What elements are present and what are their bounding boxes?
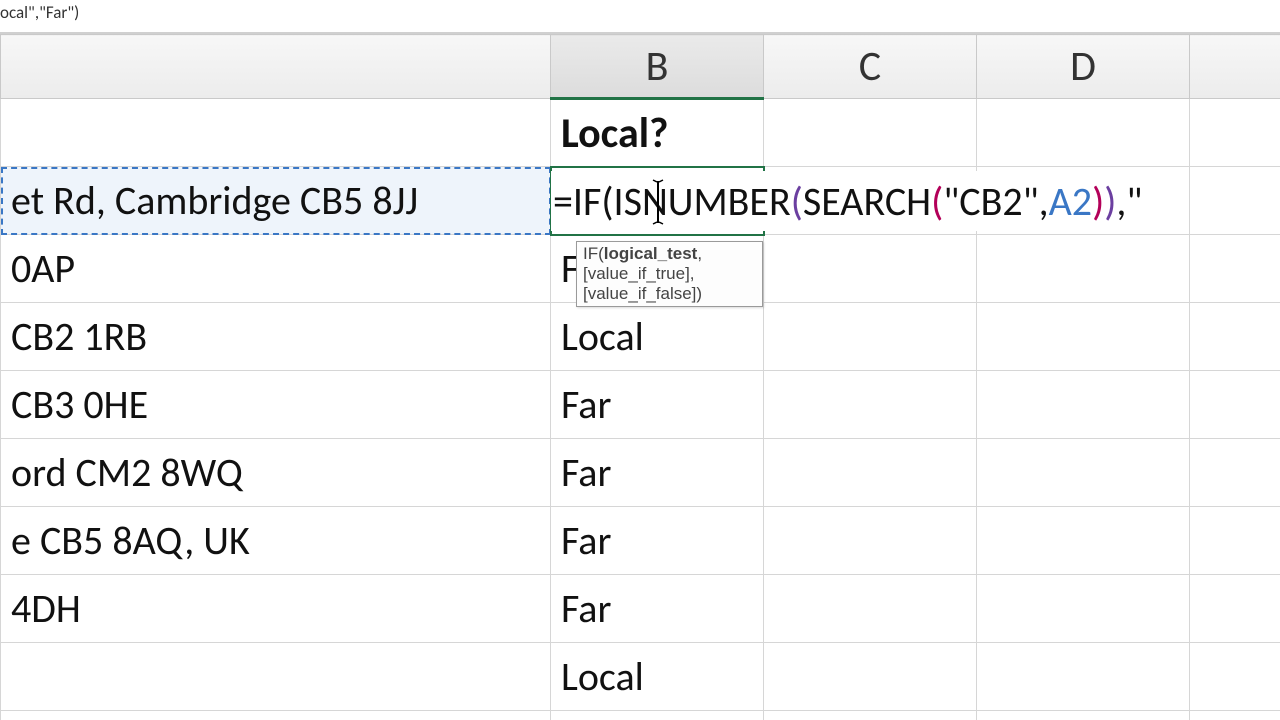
cell-E6[interactable] xyxy=(1190,439,1280,507)
cell-B1[interactable]: Local? xyxy=(551,99,764,167)
cell-E9[interactable] xyxy=(1190,643,1280,711)
formula-bar-fragment[interactable]: ocal","Far") xyxy=(0,0,1280,34)
cell-C4[interactable] xyxy=(764,303,977,371)
cell-B2[interactable]: =IF(ISNUMBER(SEARCH("CB2",A2))," IF(logi… xyxy=(551,167,764,235)
cell-A4[interactable]: CB2 1RB xyxy=(1,303,551,371)
cell-E1[interactable] xyxy=(1190,99,1280,167)
cell-D5[interactable] xyxy=(977,371,1190,439)
cell-D8[interactable] xyxy=(977,575,1190,643)
cell-D9[interactable] xyxy=(977,643,1190,711)
cell-C10[interactable] xyxy=(764,711,977,720)
row-10 xyxy=(1,711,1280,720)
col-header-B[interactable]: B xyxy=(551,35,764,99)
cell-B6[interactable]: Far xyxy=(551,439,764,507)
col-header-A[interactable] xyxy=(1,35,551,99)
row-8: 4DH Far xyxy=(1,575,1280,643)
cell-E3[interactable] xyxy=(1190,235,1280,303)
cell-D6[interactable] xyxy=(977,439,1190,507)
row-6: ord CM2 8WQ Far xyxy=(1,439,1280,507)
row-9: Local xyxy=(1,643,1280,711)
cell-C1[interactable] xyxy=(764,99,977,167)
cell-E7[interactable] xyxy=(1190,507,1280,575)
cell-A5[interactable]: CB3 0HE xyxy=(1,371,551,439)
cell-E4[interactable] xyxy=(1190,303,1280,371)
cell-D10[interactable] xyxy=(977,711,1190,720)
column-header-row: B C D xyxy=(1,35,1280,99)
cell-C9[interactable] xyxy=(764,643,977,711)
cell-E8[interactable] xyxy=(1190,575,1280,643)
cell-B9[interactable]: Local xyxy=(551,643,764,711)
cell-A7[interactable]: e CB5 8AQ, UK xyxy=(1,507,551,575)
cell-B4[interactable]: Local xyxy=(551,303,764,371)
cell-B10[interactable] xyxy=(551,711,764,720)
cell-D3[interactable] xyxy=(977,235,1190,303)
function-hint-tooltip[interactable]: IF(logical_test, [value_if_true], [value… xyxy=(576,241,763,307)
cell-A8[interactable]: 4DH xyxy=(1,575,551,643)
col-header-C[interactable]: C xyxy=(764,35,977,99)
formula-inline-edit[interactable]: =IF(ISNUMBER(SEARCH("CB2",A2))," xyxy=(551,171,1142,231)
cell-E2[interactable] xyxy=(1190,167,1280,235)
cell-C7[interactable] xyxy=(764,507,977,575)
cell-E5[interactable] xyxy=(1190,371,1280,439)
cell-A3[interactable]: 0AP xyxy=(1,235,551,303)
cell-A1[interactable] xyxy=(1,99,551,167)
cell-D7[interactable] xyxy=(977,507,1190,575)
cell-B7[interactable]: Far xyxy=(551,507,764,575)
cell-D1[interactable] xyxy=(977,99,1190,167)
cell-A6[interactable]: ord CM2 8WQ xyxy=(1,439,551,507)
cell-C6[interactable] xyxy=(764,439,977,507)
col-header-D[interactable]: D xyxy=(977,35,1190,99)
row-2: et Rd, Cambridge CB5 8JJ =IF(ISNUMBER(SE… xyxy=(1,167,1280,235)
spreadsheet-grid[interactable]: B C D Local? et Rd, Cambridge CB5 8JJ =I… xyxy=(0,34,1280,720)
cell-B5[interactable]: Far xyxy=(551,371,764,439)
cell-A10[interactable] xyxy=(1,711,551,720)
cell-A2[interactable]: et Rd, Cambridge CB5 8JJ xyxy=(1,167,551,235)
cell-E10[interactable] xyxy=(1190,711,1280,720)
cell-B8[interactable]: Far xyxy=(551,575,764,643)
cell-A9[interactable] xyxy=(1,643,551,711)
row-7: e CB5 8AQ, UK Far xyxy=(1,507,1280,575)
col-header-E[interactable] xyxy=(1190,35,1280,99)
cell-C8[interactable] xyxy=(764,575,977,643)
row-1: Local? xyxy=(1,99,1280,167)
row-5: CB3 0HE Far xyxy=(1,371,1280,439)
row-4: CB2 1RB Local xyxy=(1,303,1280,371)
cell-C5[interactable] xyxy=(764,371,977,439)
cell-D4[interactable] xyxy=(977,303,1190,371)
cell-C3[interactable] xyxy=(764,235,977,303)
